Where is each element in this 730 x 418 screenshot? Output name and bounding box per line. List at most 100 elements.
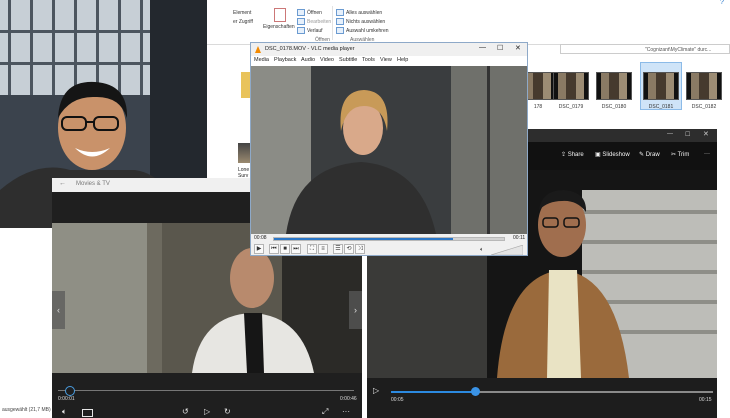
file-name: DSC_0181 [648, 104, 674, 110]
file-thumbnail[interactable]: DSC_0182 [686, 72, 722, 110]
photos-seek-bar[interactable] [391, 391, 713, 393]
minimize-button[interactable]: — [479, 44, 486, 51]
invert-selection-label: Auswahl umkehren [346, 27, 389, 34]
select-all-icon [336, 9, 344, 16]
history-button[interactable]: Verlauf [297, 27, 323, 34]
file-name: DSC_0182 [691, 104, 717, 110]
file-thumbnail[interactable]: DSC_0179 [553, 72, 589, 110]
volume-slider[interactable] [491, 245, 523, 255]
volume-icon[interactable]: 🔈︎ [480, 247, 484, 254]
vlc-seek-progress [274, 238, 454, 240]
select-all-button[interactable]: Alles auswählen [336, 9, 382, 16]
vlc-current-time: 00:08 [254, 235, 267, 241]
slideshow-button[interactable]: ▣ Slideshow [595, 151, 630, 158]
previous-button[interactable]: ⏮ [269, 244, 279, 254]
menu-audio[interactable]: Audio [301, 57, 315, 63]
maximize-button[interactable]: ☐ [685, 131, 690, 138]
menu-playback[interactable]: Playback [274, 57, 296, 63]
stop-button[interactable]: ■ [280, 244, 290, 254]
play-icon[interactable]: ▷ [204, 407, 210, 416]
draw-label: Draw [645, 152, 660, 158]
trim-label: Trim [677, 152, 690, 158]
photos-current-time: 00:05 [391, 397, 404, 403]
vlc-seek-bar[interactable] [273, 237, 505, 241]
more-options-button[interactable]: ··· [704, 151, 710, 157]
share-button[interactable]: ⇪ Share [561, 151, 584, 158]
ribbon-divider [332, 6, 333, 40]
ribbon-quick-access-item[interactable]: er Zugriff [233, 19, 253, 25]
video-thumbnail-image [643, 72, 679, 100]
fullscreen-icon[interactable]: ⤢ [322, 407, 328, 417]
share-label: Share [567, 152, 584, 158]
loop-button[interactable]: ⟲ [344, 244, 354, 254]
select-none-icon [336, 18, 344, 25]
previous-arrow-button[interactable]: ‹ [52, 291, 65, 329]
select-all-label: Alles auswählen [346, 9, 383, 16]
file-name: DSC_0180 [601, 104, 627, 110]
menu-view[interactable]: View [380, 57, 392, 63]
help-icon[interactable]: ? [720, 0, 724, 6]
file-thumbnail-selected[interactable]: DSC_0181 [640, 62, 682, 110]
subtitles-icon[interactable] [82, 409, 93, 417]
draw-button[interactable]: ✎ Draw [639, 151, 660, 158]
play-button[interactable]: ▶ [254, 244, 264, 254]
volume-icon[interactable]: 🔈︎ [62, 407, 67, 417]
movies-total-time: 0:00:46 [340, 396, 357, 402]
folder-icon[interactable] [241, 72, 250, 98]
fullscreen-button[interactable]: ⛶ [307, 244, 317, 254]
search-box[interactable]: "Cognizant\MyClimate" durc... [560, 44, 730, 54]
history-label: Verlauf [307, 27, 323, 34]
invert-selection-icon [336, 27, 344, 34]
menu-help[interactable]: Help [397, 57, 408, 63]
vlc-cone-icon [255, 46, 261, 53]
movies-seek-knob[interactable] [65, 386, 75, 396]
movies-app-title: Movies & TV [76, 181, 110, 187]
shuffle-button[interactable]: ⤨ [355, 244, 365, 254]
video-thumbnail-image [553, 72, 589, 100]
menu-subtitle[interactable]: Subtitle [339, 57, 357, 63]
forward-icon[interactable]: ↻ [224, 407, 231, 416]
video-thumbnail-image [596, 72, 632, 100]
playlist-button[interactable]: ☰ [333, 244, 343, 254]
movies-current-time: 0:00:01 [58, 396, 75, 402]
menu-video[interactable]: Video [320, 57, 334, 63]
edit-button[interactable]: Bearbeiten [297, 18, 331, 25]
ribbon-element-item[interactable]: Element [233, 10, 251, 16]
extended-settings-button[interactable]: ≡ [318, 244, 328, 254]
vlc-menu-bar: Media Playback Audio Video Subtitle Tool… [251, 56, 527, 66]
vlc-window-title: DSC_0178.MOV - VLC media player [265, 46, 355, 52]
open-icon [297, 9, 305, 16]
vlc-video-frame[interactable] [251, 66, 527, 234]
properties-button[interactable]: Eigenschaften [263, 24, 295, 30]
history-icon [297, 27, 305, 34]
close-button[interactable]: ✕ [703, 130, 709, 138]
photos-seek-progress [391, 391, 475, 393]
close-button[interactable]: ✕ [515, 44, 521, 52]
open-button[interactable]: Öffnen [297, 9, 322, 16]
invert-selection-button[interactable]: Auswahl umkehren [336, 27, 389, 34]
select-none-label: Nichts auswählen [346, 18, 386, 25]
trim-button[interactable]: ✂ Trim [671, 151, 689, 158]
maximize-button[interactable]: ☐ [497, 44, 503, 52]
video-thumbnail-image [686, 72, 722, 100]
vlc-window: DSC_0178.MOV - VLC media player — ☐ ✕ Me… [250, 42, 528, 256]
photos-total-time: 00:15 [699, 397, 712, 403]
slideshow-label: Slideshow [602, 152, 630, 158]
back-arrow-icon[interactable]: ← [59, 180, 66, 187]
movies-seek-bar[interactable] [58, 390, 354, 391]
file-thumbnail[interactable]: DSC_0180 [596, 72, 632, 110]
more-icon[interactable]: ··· [342, 407, 350, 416]
next-arrow-button[interactable]: › [349, 291, 362, 329]
play-icon[interactable]: ▷ [373, 386, 379, 395]
menu-media[interactable]: Media [254, 57, 269, 63]
properties-icon[interactable] [274, 8, 286, 22]
minimize-button[interactable]: — [667, 131, 673, 137]
select-none-button[interactable]: Nichts auswählen [336, 18, 385, 25]
photos-seek-knob[interactable] [470, 387, 480, 396]
woman-video-image [251, 66, 527, 234]
menu-tools[interactable]: Tools [362, 57, 375, 63]
file-name: DSC_0179 [558, 104, 584, 110]
next-button[interactable]: ⏭ [291, 244, 301, 254]
edit-label: Bearbeiten [307, 18, 332, 25]
rewind-icon[interactable]: ↺ [182, 407, 189, 416]
